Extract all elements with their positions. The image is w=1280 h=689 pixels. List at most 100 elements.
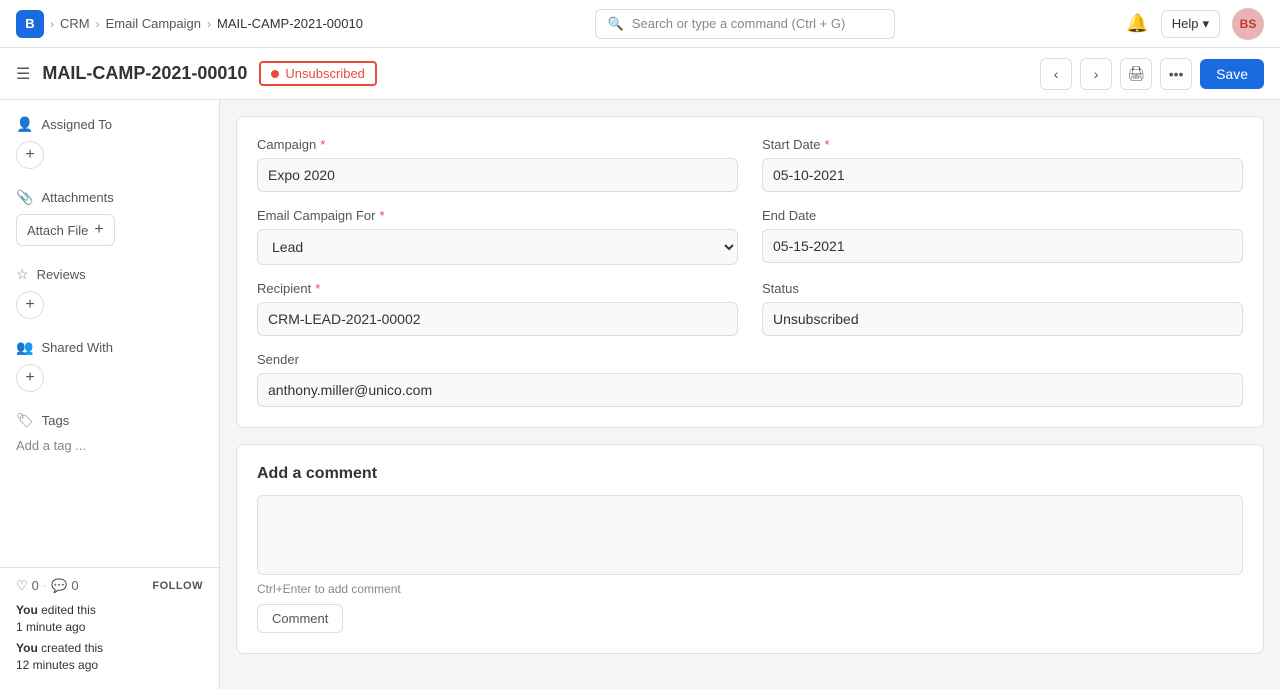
page-header-left: ☰ MAIL-CAMP-2021-00010 Unsubscribed (16, 61, 377, 86)
main-content: Campaign* Start Date* Email Campaign For… (220, 100, 1280, 689)
top-navigation: B › CRM › Email Campaign › MAIL-CAMP-202… (0, 0, 1280, 48)
comment-hint: Ctrl+Enter to add comment (257, 582, 1243, 596)
activity-verb-2: created this (41, 641, 103, 655)
recipient-group: Recipient* (257, 281, 738, 336)
breadcrumb-crm[interactable]: CRM (60, 16, 90, 31)
status-dot-icon (271, 70, 279, 78)
end-date-group: End Date (762, 208, 1243, 265)
campaign-input[interactable] (257, 158, 738, 192)
breadcrumb-sep-3: › (207, 17, 211, 31)
tags-header: 🏷 Tags (16, 412, 203, 429)
reviews-label: Reviews (37, 267, 86, 282)
comment-title: Add a comment (257, 465, 1243, 483)
required-star4: * (315, 281, 320, 296)
shared-with-section: 👥 Shared With + (16, 339, 203, 392)
heart-icon: ♡ (16, 578, 28, 594)
follow-button[interactable]: FOLLOW (152, 580, 203, 592)
next-button[interactable]: › (1080, 58, 1112, 90)
shared-with-label: Shared With (41, 340, 113, 355)
activity-verb-1: edited this (41, 603, 96, 617)
status-input (762, 302, 1243, 336)
search-icon: 🔍 (608, 16, 624, 32)
campaign-label: Campaign* (257, 137, 738, 152)
status-label: Status (762, 281, 1243, 296)
required-star2: * (825, 137, 830, 152)
page-header-right: ‹ › 🖨 ••• Save (1040, 58, 1264, 90)
prev-button[interactable]: ‹ (1040, 58, 1072, 90)
add-shared-with-button[interactable]: + (16, 364, 44, 392)
sender-label: Sender (257, 352, 1243, 367)
page-header: ☰ MAIL-CAMP-2021-00010 Unsubscribed ‹ › … (0, 48, 1280, 100)
help-button[interactable]: Help ▾ (1161, 10, 1220, 38)
email-campaign-for-label: Email Campaign For* (257, 208, 738, 223)
start-date-label: Start Date* (762, 137, 1243, 152)
star-icon: ☆ (16, 266, 29, 283)
breadcrumb: B › CRM › Email Campaign › MAIL-CAMP-202… (16, 10, 363, 38)
sender-input[interactable] (257, 373, 1243, 407)
page-title: MAIL-CAMP-2021-00010 (42, 63, 247, 84)
save-button[interactable]: Save (1200, 59, 1264, 89)
group-icon: 👥 (16, 339, 33, 356)
shared-with-header: 👥 Shared With (16, 339, 203, 356)
breadcrumb-current: MAIL-CAMP-2021-00010 (217, 16, 363, 31)
reviews-section: ☆ Reviews + (16, 266, 203, 319)
required-star: * (320, 137, 325, 152)
app-icon: B (16, 10, 44, 38)
sidebar-toggle-icon[interactable]: ☰ (16, 64, 30, 84)
attach-file-button[interactable]: Attach File + (16, 214, 115, 246)
activity-actor-2: You (16, 641, 38, 655)
comment-icon: 💬 (51, 578, 67, 594)
status-badge: Unsubscribed (259, 61, 377, 86)
likes-count: 0 (32, 578, 39, 593)
activity-actor-1: You (16, 603, 38, 617)
recipient-label: Recipient* (257, 281, 738, 296)
recipient-input[interactable] (257, 302, 738, 336)
reviews-header: ☆ Reviews (16, 266, 203, 283)
add-assigned-to-button[interactable]: + (16, 141, 44, 169)
email-campaign-for-select[interactable]: Lead (257, 229, 738, 265)
stats-row: ♡ 0 · 💬 0 FOLLOW (16, 578, 203, 594)
user-icon: 👤 (16, 116, 33, 133)
start-date-input[interactable] (762, 158, 1243, 192)
attachments-header: 📎 Attachments (16, 189, 203, 206)
avatar: BS (1232, 8, 1264, 40)
search-placeholder: Search or type a command (Ctrl + G) (632, 16, 846, 31)
add-tag-link[interactable]: Add a tag ... (16, 438, 86, 453)
paperclip-icon: 📎 (16, 189, 33, 206)
end-date-input[interactable] (762, 229, 1243, 263)
tags-label: Tags (42, 413, 69, 428)
tags-section: 🏷 Tags Add a tag ... (16, 412, 203, 453)
end-date-label: End Date (762, 208, 1243, 223)
notifications-button[interactable]: 🔔 (1126, 13, 1148, 34)
breadcrumb-email-campaign[interactable]: Email Campaign (106, 16, 201, 31)
sidebar-footer: ♡ 0 · 💬 0 FOLLOW You edited this 1 minut… (0, 567, 220, 689)
chevron-down-icon: ▾ (1202, 16, 1209, 32)
start-date-group: Start Date* (762, 137, 1243, 192)
status-group: Status (762, 281, 1243, 336)
comments-count: 0 (71, 578, 78, 593)
assigned-to-section: 👤 Assigned To + (16, 116, 203, 169)
breadcrumb-sep-1: › (50, 17, 54, 31)
activity-item-2: You created this 12 minutes ago (16, 640, 203, 674)
topnav-right: 🔔 Help ▾ BS (1126, 8, 1264, 40)
separator: · (43, 578, 47, 593)
help-label: Help (1172, 16, 1199, 31)
search-container: 🔍 Search or type a command (Ctrl + G) (363, 9, 1126, 39)
attach-plus-icon: + (94, 221, 103, 239)
comment-button[interactable]: Comment (257, 604, 343, 633)
assigned-to-label: Assigned To (41, 117, 112, 132)
activity-item-1: You edited this 1 minute ago (16, 602, 203, 636)
breadcrumb-sep-2: › (96, 17, 100, 31)
attachments-section: 📎 Attachments Attach File + (16, 189, 203, 246)
add-review-button[interactable]: + (16, 291, 44, 319)
search-bar[interactable]: 🔍 Search or type a command (Ctrl + G) (595, 9, 895, 39)
required-star3: * (380, 208, 385, 223)
form-grid: Campaign* Start Date* Email Campaign For… (257, 137, 1243, 407)
print-button[interactable]: 🖨 (1120, 58, 1152, 90)
comment-textarea[interactable] (257, 495, 1243, 575)
comment-card: Add a comment Ctrl+Enter to add comment … (236, 444, 1264, 654)
campaign-group: Campaign* (257, 137, 738, 192)
activity-time-1: 1 minute ago (16, 620, 85, 634)
more-options-button[interactable]: ••• (1160, 58, 1192, 90)
assigned-to-header: 👤 Assigned To (16, 116, 203, 133)
